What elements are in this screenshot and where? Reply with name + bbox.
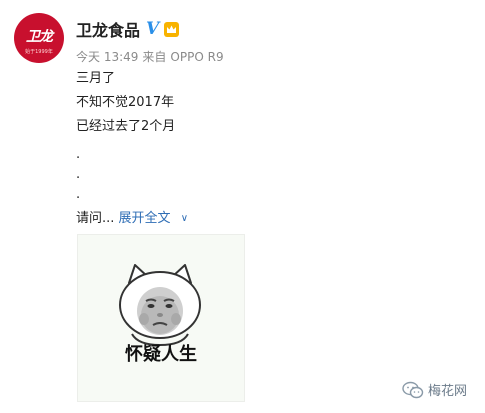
member-crown-icon[interactable] [163,21,180,38]
post-image[interactable]: 怀疑人生 [77,234,245,402]
avatar-logo-tagline: 始于1999年 [25,48,53,55]
truncated-text: 请问... [76,211,115,226]
meme-face-illustration: 怀疑人生 [119,264,201,365]
username[interactable]: 卫龙食品 [76,17,140,41]
post-line: 三月了 [76,71,116,86]
expand-row: 请问... 展开全文 ∨ [76,207,188,226]
post-ellipsis-dot: . [76,167,81,182]
avatar[interactable]: 卫龙 始于1999年 [14,13,64,63]
expand-full-text-link[interactable]: 展开全文 [119,211,171,226]
chevron-down-icon[interactable]: ∨ [181,213,188,224]
watermark: 梅花网 [402,380,467,399]
post-line: 不知不觉2017年 [76,95,175,110]
source-device: OPPO R9 [170,50,224,64]
post-line: 已经过去了2个月 [76,119,176,134]
post-header: 卫龙食品 V [76,17,180,41]
meme-caption: 怀疑人生 [125,343,197,365]
post-meta: 今天 13:49 来自 OPPO R9 [76,48,228,65]
verified-v-icon[interactable]: V [146,20,159,38]
avatar-logo-text: 卫龙 [26,28,53,45]
watermark-text: 梅花网 [427,384,467,399]
post-ellipsis-dot: . [76,147,81,162]
source-prefix: 来自 [142,50,167,64]
post-body: 三月了 不知不觉2017年 已经过去了2个月 . . . 请问... 展开全文 … [76,67,188,226]
post-time: 今天 13:49 [76,50,139,64]
wechat-icon [402,381,424,398]
post-ellipsis-dot: . [76,187,81,202]
